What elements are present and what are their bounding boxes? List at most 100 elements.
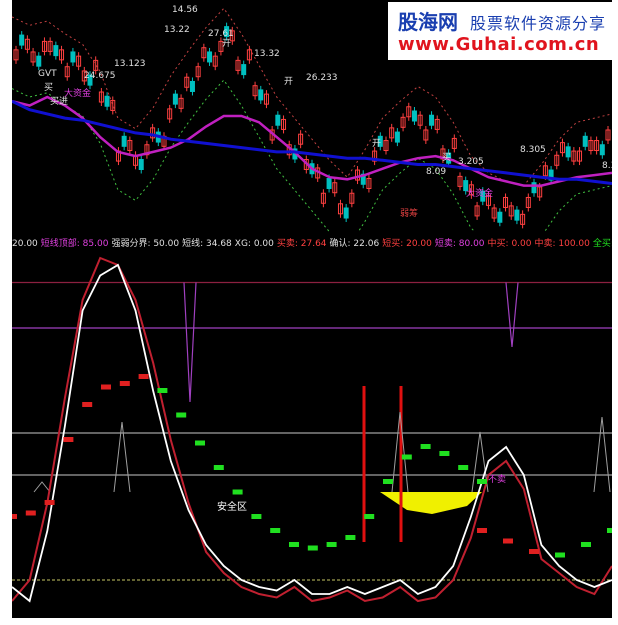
- indicator-value-bar: 20.00 短线顶部: 85.00 强弱分界: 50.00 短线: 34.68 XG: …: [12, 236, 612, 252]
- oscillator-chart-svg: 安全区 不卖: [12, 256, 612, 603]
- candle-body: [531, 182, 537, 194]
- trend-dot: [82, 402, 93, 407]
- price-label: 13.22: [164, 25, 190, 35]
- price-label: 8.09: [426, 167, 446, 177]
- trend-dot: [119, 381, 130, 386]
- trend-dot: [157, 388, 168, 393]
- price-label: 开: [222, 38, 231, 49]
- price-label: 开: [372, 138, 381, 149]
- price-label: 13.32: [254, 49, 280, 59]
- trend-dot: [503, 538, 513, 544]
- price-label: 3.205: [458, 157, 484, 167]
- spike-line: [33, 481, 51, 493]
- trend-dot: [63, 437, 74, 442]
- indicator-value-11: 全买: 0.00: [592, 239, 612, 249]
- indicator-value-0: 20.00: [12, 239, 38, 249]
- trend-dot: [477, 528, 487, 533]
- candle-body: [172, 93, 178, 105]
- price-label: 弱筹: [400, 207, 418, 219]
- trend-dot: [270, 528, 281, 533]
- trend-dot: [307, 545, 318, 551]
- price-label: 24.675: [84, 71, 116, 81]
- trend-dot: [364, 514, 375, 519]
- indicator-value-5: 买卖: 27.64: [276, 239, 327, 249]
- trend-dot: [401, 454, 412, 460]
- dont-sell-label: 不卖: [488, 474, 506, 485]
- candle-body: [411, 110, 417, 122]
- watermark-slogan: 股票软件资源分享: [470, 14, 607, 33]
- price-label: 27.61: [208, 29, 234, 39]
- indicator-value-9: 中买: 0.00: [487, 239, 532, 249]
- candle-body: [53, 45, 59, 57]
- price-label: 14.56: [172, 5, 198, 15]
- trend-dot: [326, 542, 337, 547]
- indicator-value-1: 短线顶部: 85.00: [40, 239, 109, 249]
- indicator-value-10: 中卖: 100.00: [534, 239, 590, 249]
- watermark-logo: 股海网: [398, 10, 458, 34]
- price-label: 26.233: [306, 73, 338, 83]
- price-label: 买: [442, 152, 451, 163]
- indicator-value-7: 短买: 20.00: [382, 239, 432, 249]
- trend-dot: [555, 552, 565, 558]
- trend-dot: [529, 549, 539, 554]
- safe-zone-label: 安全区: [217, 500, 247, 513]
- spike-line: [593, 416, 611, 493]
- trend-dot: [138, 374, 149, 379]
- candle-body: [497, 211, 503, 223]
- oscillator-panel: 安全区 不卖: [12, 252, 612, 618]
- indicator-value-2: 强弱分界: 50.00: [111, 239, 180, 249]
- candle-body: [394, 131, 400, 143]
- trend-dot: [458, 465, 469, 470]
- candle-body: [121, 135, 127, 147]
- trend-dot: [232, 489, 243, 495]
- price-label: 8.305: [520, 145, 546, 155]
- candle-body: [104, 95, 110, 107]
- candle-body: [189, 80, 195, 92]
- candle-body: [70, 51, 76, 63]
- candle-body: [429, 114, 435, 126]
- candle-body: [582, 135, 588, 147]
- candle-body: [343, 207, 349, 219]
- price-label: 买: [44, 82, 53, 93]
- price-label: 大资金: [64, 87, 91, 99]
- candle-body: [19, 34, 25, 46]
- watermark-banner: 股海网 股票软件资源分享 www.Guhai.com.cn: [388, 2, 616, 60]
- trend-dot: [195, 440, 205, 446]
- candle-body: [514, 209, 520, 221]
- candle-body: [326, 177, 332, 189]
- trend-dot: [101, 384, 111, 390]
- price-label: 大资金: [466, 187, 493, 199]
- watermark-url: www.Guhai.com.cn: [398, 34, 600, 55]
- safe-zone-fill: [380, 492, 482, 514]
- lower-dotted-envelope: [12, 79, 612, 258]
- trend-dot: [176, 412, 187, 418]
- trend-dot: [251, 514, 262, 519]
- indicator-value-6: 确认: 22.06: [329, 239, 380, 249]
- trend-dot: [44, 500, 55, 505]
- signal-dip: [183, 282, 197, 403]
- trend-dot: [345, 535, 356, 540]
- trend-dot: [607, 528, 612, 533]
- candle-body: [207, 51, 213, 63]
- trend-dot: [581, 542, 591, 547]
- indicator-value-3: 短线: 34.68: [182, 239, 232, 249]
- trend-dot: [420, 444, 431, 449]
- trend-dot: [213, 465, 224, 470]
- trend-dot: [439, 451, 450, 456]
- trend-dot: [383, 479, 393, 484]
- candle-body: [36, 55, 42, 67]
- trend-dot: [289, 542, 299, 547]
- signal-dip: [505, 282, 519, 348]
- price-label: 13.123: [114, 59, 146, 69]
- candle-body: [258, 89, 264, 101]
- candle-body: [565, 146, 571, 158]
- candle-body: [241, 64, 247, 76]
- candle-body: [138, 159, 144, 171]
- trend-dot: [477, 479, 487, 484]
- chart-frame: 14.56 13.22 27.61 13.32 13.123 24.675 26.233 8.…: [12, 0, 612, 618]
- candle-body: [275, 114, 281, 126]
- indicator-value-8: 短卖: 80.00: [434, 239, 485, 249]
- candle-body: [599, 144, 605, 156]
- trend-dot: [12, 514, 17, 519]
- trend-dot: [25, 510, 36, 516]
